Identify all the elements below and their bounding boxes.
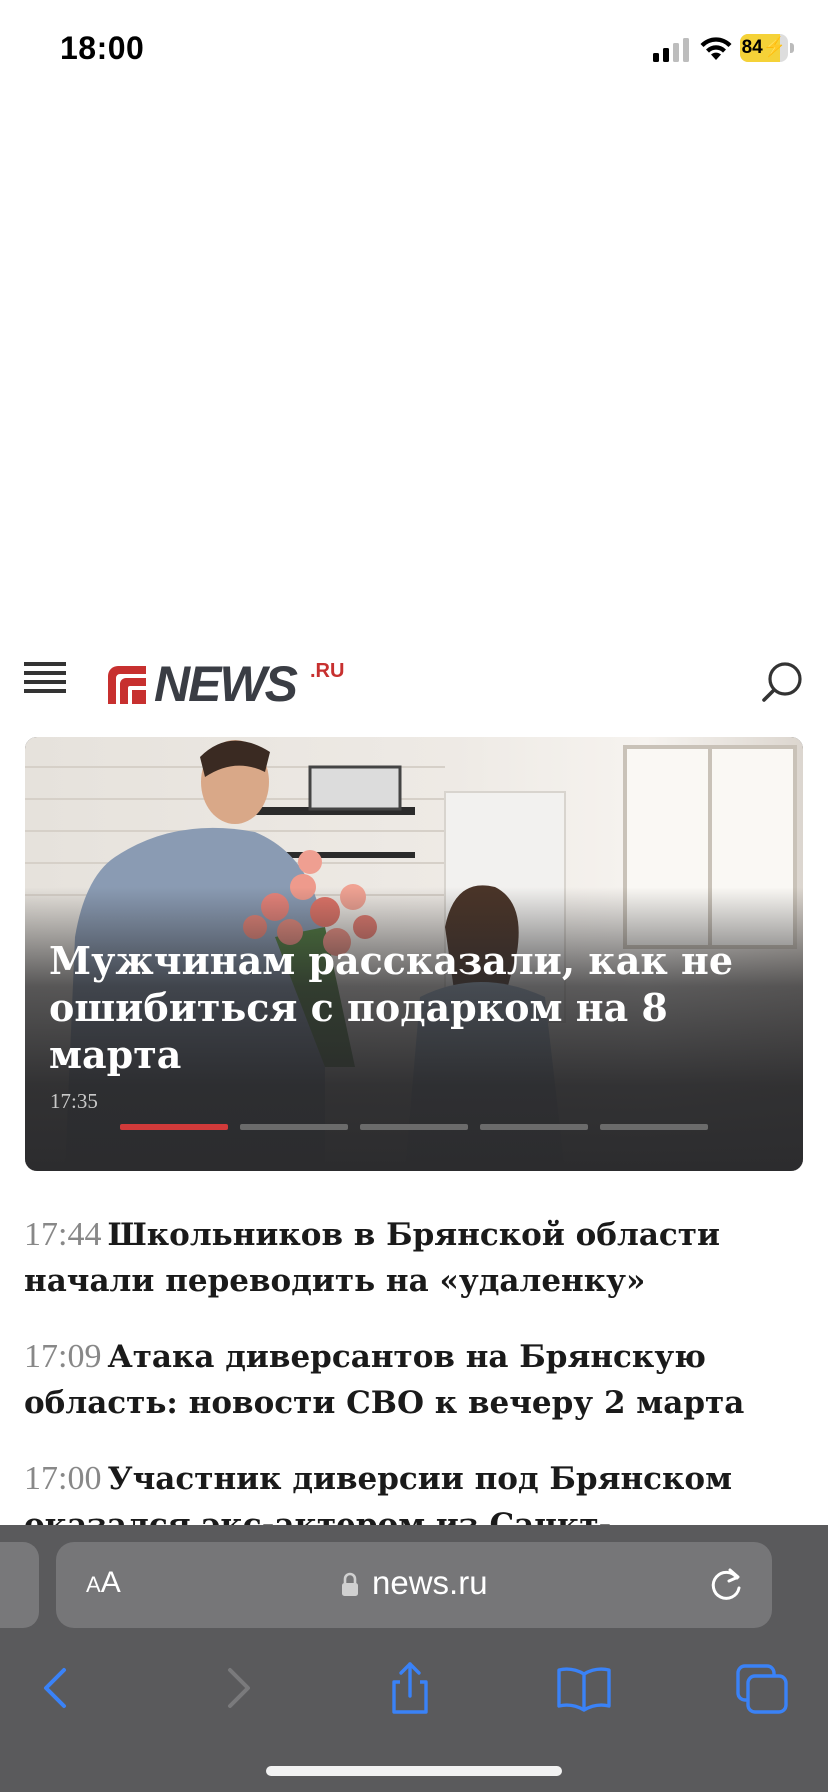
battery-percent: 84	[741, 37, 763, 58]
browser-toolbar	[0, 1658, 828, 1754]
slide-indicator[interactable]	[120, 1124, 228, 1130]
news-title[interactable]: Атака диверсантов на Брянскую область: н…	[24, 1339, 744, 1421]
share-icon[interactable]	[380, 1658, 440, 1718]
back-icon[interactable]	[28, 1658, 88, 1718]
site-header: NEWS .RU	[0, 640, 828, 726]
news-title[interactable]: Школьников в Брянской области начали пер…	[24, 1217, 720, 1299]
search-icon[interactable]	[760, 660, 804, 704]
battery-charging-icon: ⚡	[762, 37, 787, 58]
signal-icon	[653, 38, 689, 62]
hamburger-menu-icon[interactable]	[24, 662, 66, 702]
address-bar[interactable]: AA news.ru	[56, 1542, 772, 1628]
status-time: 18:00	[60, 30, 145, 66]
status-bar: 18:00 84⚡	[0, 0, 828, 100]
slide-indicator[interactable]	[600, 1124, 708, 1130]
slide-indicator[interactable]	[240, 1124, 348, 1130]
previous-tab-peek[interactable]	[0, 1542, 39, 1628]
wifi-icon	[700, 37, 732, 60]
news-list: 17:44 Школьников в Брянской области начал…	[24, 1212, 804, 1578]
news-time: 17:00	[24, 1460, 102, 1497]
home-indicator	[266, 1766, 562, 1776]
logo-mark-icon	[108, 666, 146, 704]
reload-icon[interactable]	[708, 1566, 744, 1604]
reader-aa-button[interactable]: AA	[86, 1566, 121, 1600]
slide-progress	[120, 1124, 710, 1130]
hero-title[interactable]: Мужчинам рассказали, как не ошибиться с …	[49, 937, 779, 1078]
hero-time: 17:35	[50, 1089, 98, 1113]
hero-article-card[interactable]: Мужчинам рассказали, как не ошибиться с …	[25, 737, 803, 1171]
news-item[interactable]: 17:44 Школьников в Брянской области начал…	[24, 1212, 804, 1304]
slide-indicator[interactable]	[480, 1124, 588, 1130]
news-item[interactable]: 17:09 Атака диверсантов на Брянскую облас…	[24, 1334, 804, 1426]
news-time: 17:09	[24, 1338, 102, 1375]
bookmarks-icon[interactable]	[554, 1658, 614, 1718]
browser-bottom-bar: AA news.ru	[0, 1525, 828, 1792]
url-text[interactable]: news.ru	[372, 1564, 488, 1602]
battery-indicator: 84⚡	[740, 34, 794, 62]
news-time: 17:44	[24, 1216, 102, 1253]
lock-icon	[342, 1572, 358, 1596]
logo-word: NEWS	[154, 656, 298, 712]
logo-tld: .RU	[310, 660, 345, 682]
forward-icon[interactable]	[206, 1658, 266, 1718]
slide-indicator[interactable]	[360, 1124, 468, 1130]
tabs-icon[interactable]	[732, 1658, 792, 1718]
site-logo[interactable]: NEWS .RU	[106, 656, 356, 712]
